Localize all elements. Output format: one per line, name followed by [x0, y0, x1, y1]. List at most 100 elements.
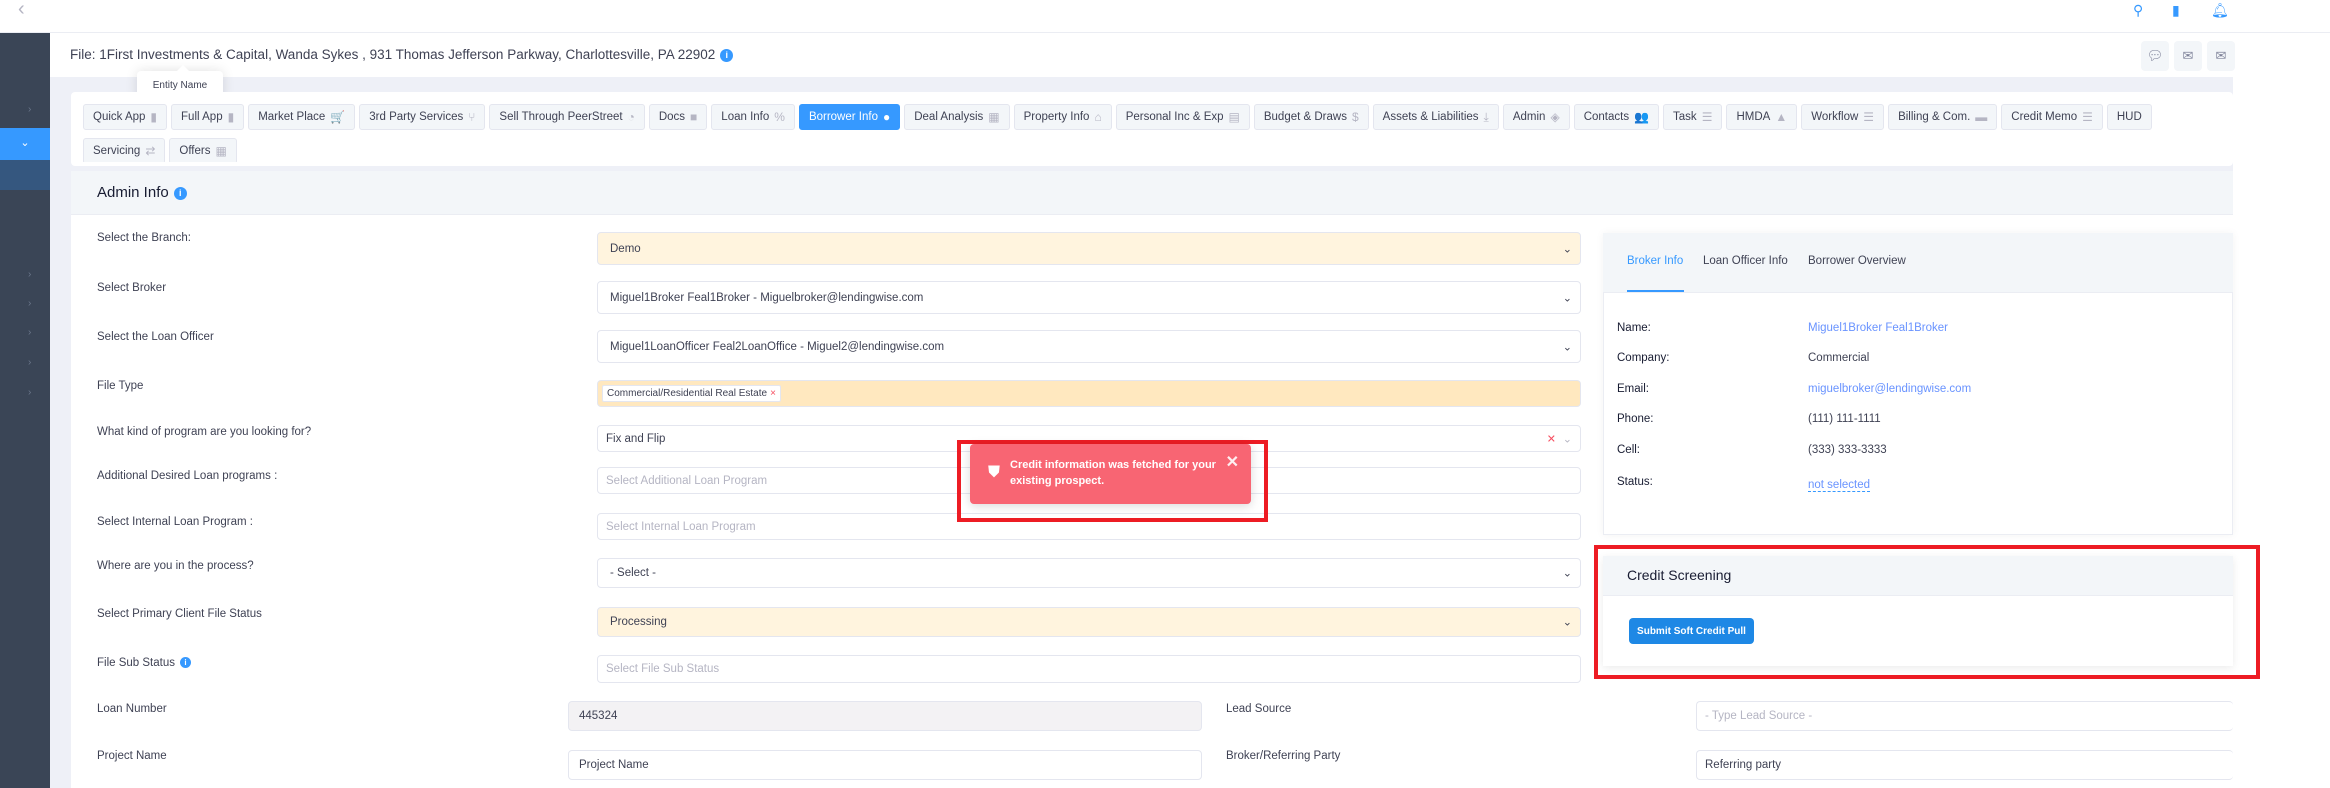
sidebar-chevron-icon[interactable]: › [28, 357, 31, 368]
file-status-select[interactable]: Processing ⌄ [597, 607, 1581, 637]
tab-icon: ◔ [627, 110, 635, 124]
remove-icon[interactable]: × [770, 388, 776, 399]
tab-docs[interactable]: Docs ■ [648, 104, 708, 130]
tab-quick-app[interactable]: Quick App ▮ [83, 104, 168, 130]
file-title: File: 1First Investments & Capital, Wand… [70, 47, 734, 62]
tab-offers[interactable]: Offers ▦ [169, 138, 237, 162]
sidebar-chevron-icon[interactable]: › [28, 104, 31, 115]
broker-info-tabs [1603, 233, 2233, 293]
loan-officer-select[interactable]: Miguel1LoanOfficer Feal2LoanOffice - Mig… [597, 330, 1581, 363]
tab-credit-memo[interactable]: Credit Memo ☰ [2001, 104, 2103, 130]
tab-task[interactable]: Task ☰ [1663, 104, 1723, 130]
tab-deal-analysis[interactable]: Deal Analysis ▦ [904, 104, 1010, 130]
file-type-chip: Commercial/Residential Real Estate × [602, 385, 781, 402]
tab-label: Full App [181, 111, 223, 123]
lead-source-input[interactable]: - Type Lead Source - [1696, 701, 2233, 731]
sidebar-item-active[interactable]: ⌄ [0, 128, 50, 160]
referring-party-label: Broker/Referring Party [1226, 750, 1341, 762]
process-select[interactable]: - Select - ⌄ [597, 558, 1581, 588]
info-icon[interactable]: i [173, 186, 187, 200]
tab-icon: ◈ [1550, 110, 1560, 124]
tab-admin[interactable]: Admin ◈ [1502, 104, 1570, 130]
tab-contacts[interactable]: Contacts 👥 [1573, 104, 1660, 130]
loan-number-input[interactable]: 445324 [568, 701, 1202, 731]
chevron-down-icon: ⌄ [1562, 243, 1572, 255]
tab-icon: ☰ [1701, 110, 1713, 124]
tab-broker-info[interactable]: Broker Info [1627, 255, 1683, 267]
clear-icon[interactable]: ✕ [1547, 432, 1556, 445]
sidebar-chevron-icon[interactable]: › [28, 269, 31, 280]
tab-label: Quick App [93, 111, 146, 123]
tab-label: Sell Through PeerStreet [499, 111, 623, 123]
chevron-down-icon: ⌄ [20, 137, 30, 149]
chevron-down-icon: ⌄ [1562, 616, 1572, 629]
document-icon[interactable]: ▮ [2172, 2, 2180, 19]
referring-party-input[interactable]: Referring party [1696, 750, 2233, 780]
tab-borrower-info[interactable]: Borrower Info ● [798, 104, 901, 130]
phone-label: Phone: [1617, 413, 1654, 425]
tab-full-app[interactable]: Full App ▮ [171, 104, 245, 130]
file-type-label: File Type [97, 380, 144, 392]
tab-billing-com[interactable]: Billing & Com. ▬ [1888, 104, 1998, 130]
program-value: Fix and Flip [606, 432, 666, 445]
tab-hmda[interactable]: HMDA ▲ [1726, 104, 1798, 130]
tab-sell-through-peerstreet[interactable]: Sell Through PeerStreet ◔ [489, 104, 645, 130]
sidebar-chevron-icon[interactable]: › [28, 298, 31, 309]
toast-message: Credit information was fetched for your … [1010, 459, 1216, 487]
tab-personal-inc-exp[interactable]: Personal Inc & Exp ▤ [1115, 104, 1250, 130]
tab-budget-draws[interactable]: Budget & Draws $ [1253, 104, 1369, 130]
active-tab-indicator [1627, 290, 1684, 292]
tab-icon: ☰ [1863, 110, 1875, 124]
name-value[interactable]: Miguel1Broker Feal1Broker [1808, 322, 1948, 334]
tab-icon: ▤ [1228, 110, 1240, 124]
tab-icon: ▬ [1975, 110, 1988, 124]
tab-bar: Quick App ▮ Full App ▮ Market Place 🛒 3rd Part… [83, 104, 2233, 162]
tab-property-info[interactable]: Property Info ⌂ [1013, 104, 1112, 130]
collapse-chevron-left-icon[interactable]: ‹ [18, 0, 25, 19]
tab-icon: % [774, 110, 785, 124]
tab-icon: ▮ [150, 110, 158, 124]
project-name-input[interactable]: Project Name [568, 750, 1202, 780]
tab-servicing[interactable]: Servicing ⇄ [83, 138, 166, 162]
search-icon[interactable]: ⚲ [2133, 2, 2143, 19]
file-type-select[interactable]: Commercial/Residential Real Estate × [597, 380, 1581, 407]
tab-icon: ▮ [227, 110, 235, 124]
loan-number-label: Loan Number [97, 703, 167, 715]
tab-label: Credit Memo [2011, 111, 2078, 123]
tab-assets-liabilities[interactable]: Assets & Liabilities ⤓ [1372, 104, 1499, 130]
sidebar-chevron-icon[interactable]: › [28, 327, 31, 338]
sidebar-chevron-icon[interactable]: › [28, 387, 31, 398]
internal-program-label: Select Internal Loan Program : [97, 516, 253, 528]
tab-workflow[interactable]: Workflow ☰ [1801, 104, 1885, 130]
tab-label: Workflow [1811, 111, 1859, 123]
tab-hud[interactable]: HUD [2106, 104, 2152, 130]
info-icon[interactable]: i [720, 48, 734, 62]
info-icon[interactable]: i [179, 657, 191, 669]
broker-label: Select Broker [97, 282, 167, 294]
admin-info-title-text: Admin Info [97, 184, 169, 201]
tab-loan-info[interactable]: Loan Info% [711, 104, 795, 130]
tab-borrower-overview[interactable]: Borrower Overview [1808, 255, 1906, 267]
email-value[interactable]: miguelbroker@lendingwise.com [1808, 383, 1971, 395]
file-sub-status-input[interactable]: Select File Sub Status [597, 655, 1581, 683]
phone-value: (111) 111-1111 [1808, 413, 1881, 425]
status-value[interactable]: not selected [1808, 479, 1871, 492]
tab-3rd-party-services[interactable]: 3rd Party Services ⑂ [359, 104, 486, 130]
mail-button[interactable]: ✉ [2174, 41, 2202, 71]
chat-button[interactable]: 💬︎ [2141, 41, 2169, 71]
sidebar-subitem[interactable] [0, 160, 50, 190]
tab-loan-officer-info[interactable]: Loan Officer Info [1703, 255, 1788, 267]
email-label: Email: [1617, 383, 1649, 395]
branch-select[interactable]: Demo ⌄ [597, 232, 1581, 265]
loan-officer-value: Miguel1LoanOfficer Feal2LoanOffice - Mig… [610, 340, 945, 353]
mail-open-button[interactable]: ✉ [2207, 41, 2235, 71]
bell-icon[interactable]: 🔔︎ [2211, 2, 2229, 19]
tab-market-place[interactable]: Market Place 🛒 [248, 104, 356, 130]
broker-select[interactable]: Miguel1Broker Feal1Broker - Miguelbroker… [597, 281, 1581, 314]
file-sub-status-label: File Sub Status i [97, 657, 191, 669]
chevron-down-icon: ⌄ [1562, 292, 1572, 304]
tab-label: Contacts [1583, 111, 1630, 123]
close-icon[interactable]: ✕ [1226, 452, 1239, 472]
tab-label: Market Place [258, 111, 326, 123]
process-label: Where are you in the process? [97, 560, 254, 572]
